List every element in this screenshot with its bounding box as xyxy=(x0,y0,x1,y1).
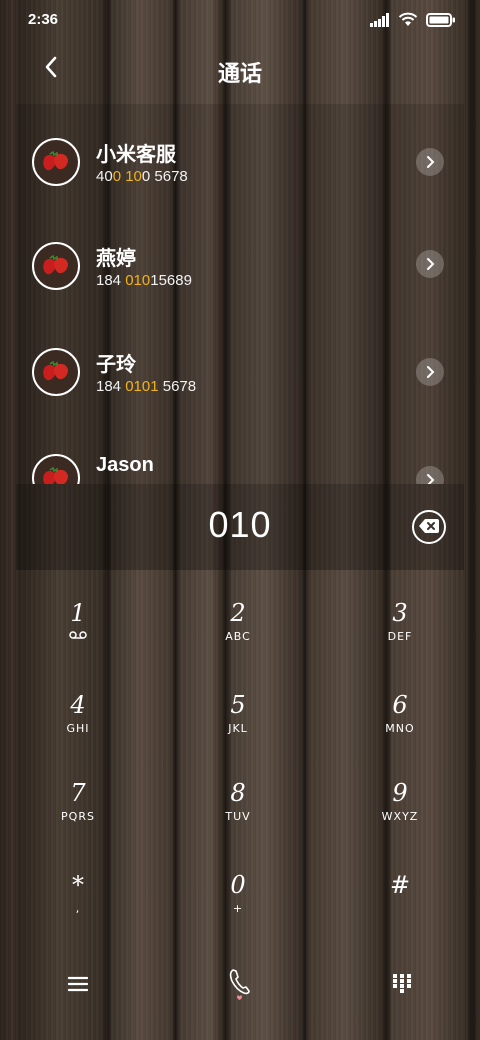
key-0[interactable]: 0 + xyxy=(178,870,298,950)
key-digit: 8 xyxy=(230,779,246,807)
contact-name: Jason xyxy=(96,454,154,476)
contact-detail-button[interactable] xyxy=(416,358,444,386)
phone-icon xyxy=(227,967,253,1005)
contact-detail-button[interactable] xyxy=(416,250,444,278)
avatar xyxy=(32,242,80,290)
key-digit: 9 xyxy=(392,779,408,807)
status-bar: 2:36 xyxy=(0,0,480,40)
contact-detail-button[interactable] xyxy=(416,148,444,176)
key-5[interactable]: 5 JKL xyxy=(178,690,298,770)
call-button[interactable] xyxy=(220,966,260,1006)
contact-row[interactable]: 小米客服 400 100 5678 xyxy=(16,108,464,208)
contact-detail-button[interactable] xyxy=(416,466,444,484)
key-letters: DEF xyxy=(387,630,413,643)
delete-button[interactable] xyxy=(412,510,446,544)
key-9[interactable]: 9 WXYZ xyxy=(340,778,460,858)
chevron-right-icon xyxy=(427,258,435,270)
menu-button[interactable] xyxy=(58,966,98,1006)
page-title: 通话 xyxy=(217,62,262,87)
key-letters: JKL xyxy=(228,722,248,735)
key-digit: 0 xyxy=(230,871,246,899)
key-digit: 7 xyxy=(70,779,86,807)
dial-input-bar: 010 xyxy=(16,484,464,570)
chevron-right-icon xyxy=(427,366,435,378)
contact-row[interactable]: Jason xyxy=(16,426,464,484)
key-digit: 5 xyxy=(230,691,246,719)
contact-number: 184 01015689 xyxy=(96,272,192,289)
contact-name: 小米客服 xyxy=(96,144,176,166)
key-1[interactable]: 1 xyxy=(18,598,138,678)
contact-list[interactable]: 小米客服 400 100 5678 燕婷 184 01015689 子玲 184… xyxy=(16,104,464,484)
contact-name: 子玲 xyxy=(96,354,136,376)
key-letters: + xyxy=(232,902,244,915)
key-letters: MNO xyxy=(385,722,415,735)
avatar xyxy=(32,348,80,396)
key-star[interactable]: * , xyxy=(18,870,138,950)
title-bar: 通话 xyxy=(0,44,480,96)
key-digit: * xyxy=(72,871,84,899)
strawberry-icon xyxy=(43,361,68,381)
key-letters: GHI xyxy=(66,722,90,735)
key-4[interactable]: 4 GHI xyxy=(18,690,138,770)
chevron-right-icon xyxy=(427,474,435,484)
key-digit: # xyxy=(389,871,411,899)
avatar xyxy=(32,454,80,484)
key-letters: , xyxy=(75,902,81,915)
key-digit: 4 xyxy=(70,691,86,719)
key-3[interactable]: 3 DEF xyxy=(340,598,460,678)
wifi-icon xyxy=(398,12,418,31)
voicemail-icon xyxy=(18,630,138,644)
menu-icon xyxy=(67,976,89,996)
key-letters: PQRS xyxy=(61,810,95,823)
backspace-icon xyxy=(419,518,439,537)
key-hash[interactable]: # xyxy=(340,870,460,950)
dialpad-toggle-button[interactable] xyxy=(382,966,422,1006)
dialpad-icon xyxy=(393,974,411,998)
status-icons xyxy=(370,12,456,31)
bottom-bar xyxy=(0,962,480,1012)
strawberry-icon xyxy=(43,467,68,484)
strawberry-icon xyxy=(43,151,68,171)
key-6[interactable]: 6 MNO xyxy=(340,690,460,770)
contact-row[interactable]: 燕婷 184 01015689 xyxy=(16,214,464,314)
key-7[interactable]: 7 PQRS xyxy=(18,778,138,858)
contact-row[interactable]: 子玲 184 0101 5678 xyxy=(16,320,464,420)
key-digit: 2 xyxy=(230,599,246,627)
status-time: 2:36 xyxy=(28,11,59,28)
signal-icon xyxy=(370,12,390,31)
key-digit: 3 xyxy=(392,599,408,627)
key-letters: WXYZ xyxy=(381,810,419,823)
battery-icon xyxy=(426,12,456,31)
key-digit: 6 xyxy=(392,691,408,719)
contact-number: 400 100 5678 xyxy=(96,168,188,185)
key-8[interactable]: 8 TUV xyxy=(178,778,298,858)
avatar xyxy=(32,138,80,186)
key-2[interactable]: 2 ABC xyxy=(178,598,298,678)
key-letters: TUV xyxy=(225,810,251,823)
contact-number: 184 0101 5678 xyxy=(96,378,197,395)
key-letters: ABC xyxy=(225,630,251,643)
chevron-right-icon xyxy=(427,156,435,168)
strawberry-icon xyxy=(43,255,68,275)
dialed-number[interactable]: 010 xyxy=(16,504,464,546)
dialpad: 1 2 ABC 3 DEF 4 GHI 5 JKL 6 MNO 7 PQRS 8… xyxy=(0,580,480,940)
contact-name: 燕婷 xyxy=(96,248,136,270)
key-digit: 1 xyxy=(70,599,86,627)
